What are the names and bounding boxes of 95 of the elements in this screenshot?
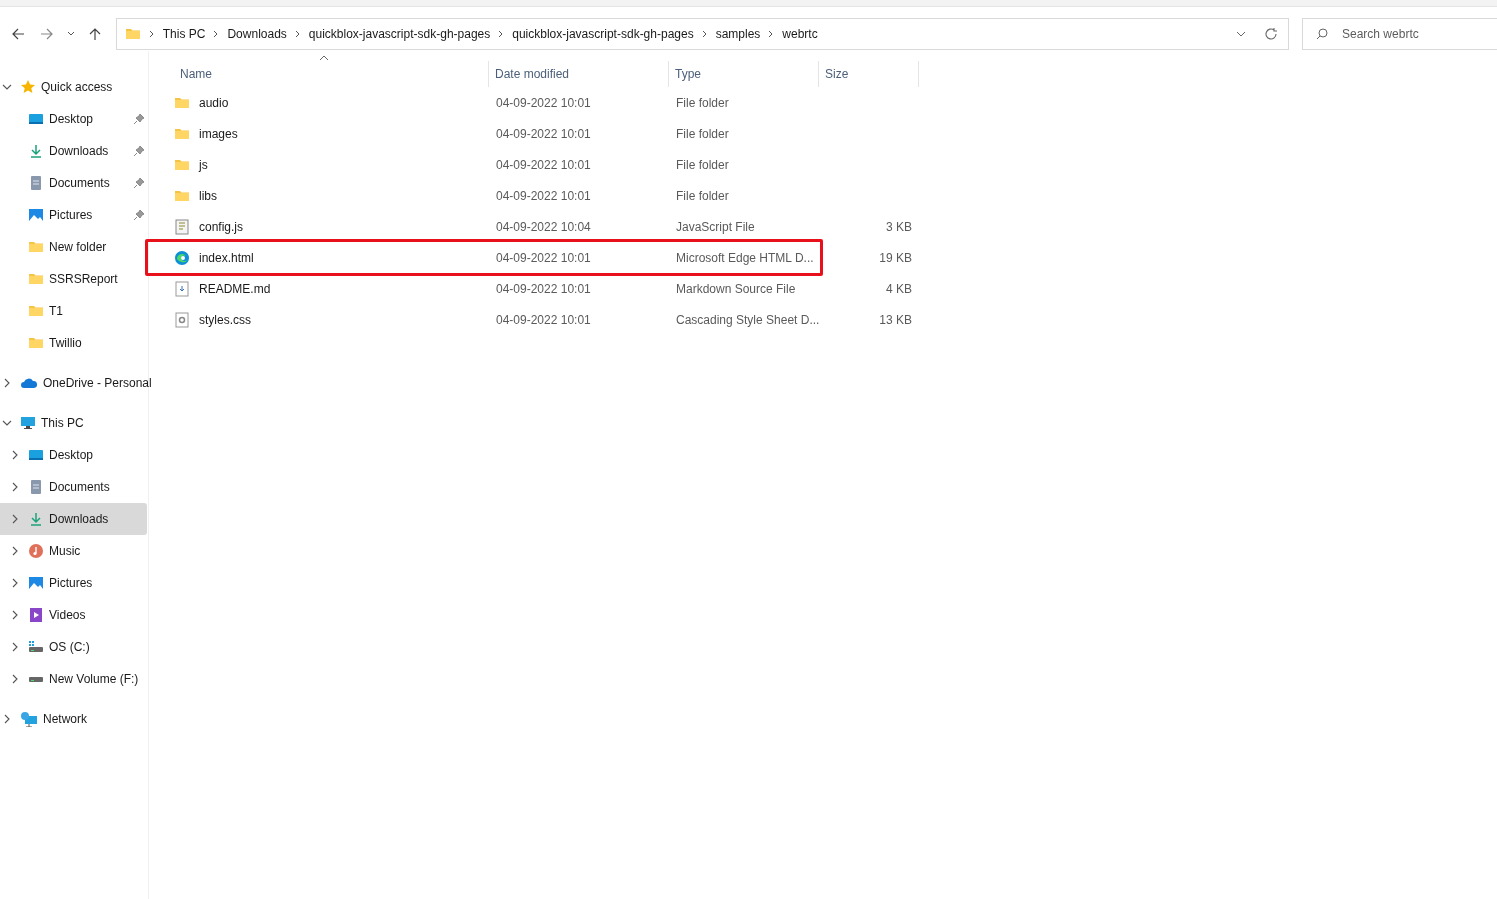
column-header[interactable]: Size — [819, 61, 919, 87]
type-cell-text: JavaScript File — [675, 219, 756, 234]
date-cell-text: 04-09-2022 10:01 — [495, 281, 592, 296]
picture-icon — [28, 207, 44, 223]
chevron-icon — [768, 30, 775, 38]
breadcrumb[interactable]: samples — [715, 27, 761, 41]
sidebar-item[interactable]: Documents — [0, 167, 147, 199]
address-bar[interactable]: This PC Downloads quickblox-javascript-sdk-gh-pages quickblox-javascript-sdk-gh-pages samples webrtc — [115, 18, 1289, 50]
size-cell-text: 3 KB — [885, 219, 913, 234]
search-field[interactable]: Search webrtc — [1302, 18, 1497, 50]
forward-arrow-icon — [40, 27, 55, 41]
date-cell-text: 04-09-2022 10:01 — [495, 126, 592, 141]
file-name[interactable]: config.js — [199, 219, 244, 234]
sidebar-item[interactable]: T1 — [0, 295, 147, 327]
caret-icon — [67, 31, 76, 37]
date-cell-text: 04-09-2022 10:01 — [495, 157, 592, 172]
star-icon — [20, 79, 36, 95]
music-note-icon — [28, 543, 44, 559]
file-name[interactable]: README.md — [199, 281, 271, 296]
sidebar-item[interactable]: SSRSReport — [0, 263, 147, 295]
sidebar-item[interactable]: Desktop — [0, 439, 147, 471]
sidebar-item[interactable]: Music — [0, 535, 147, 567]
breadcrumb[interactable]: quickblox-javascript-sdk-gh-pages — [308, 27, 491, 41]
file-icon — [174, 311, 190, 328]
file-name[interactable]: images — [199, 126, 238, 141]
sidebar-item[interactable]: Pictures — [0, 567, 147, 599]
breadcrumb[interactable]: Downloads — [227, 27, 287, 41]
type-cell-text: File folder — [675, 126, 730, 141]
picture-icon — [28, 575, 44, 591]
script-file-icon — [174, 218, 190, 235]
sidebar-item[interactable]: Network — [0, 703, 147, 735]
file-name[interactable]: js — [199, 157, 208, 172]
file-name[interactable]: index.html — [199, 250, 254, 265]
breadcrumb[interactable]: webrtc — [782, 27, 818, 41]
folder-icon — [28, 303, 44, 319]
sidebar-item[interactable]: This PC — [0, 407, 147, 439]
refresh-icon[interactable] — [1264, 27, 1278, 41]
type-cell-text: Markdown Source File — [675, 281, 797, 296]
date-cell-text: 04-09-2022 10:01 — [495, 188, 592, 203]
folder-icon — [124, 26, 141, 42]
file-icon — [174, 280, 190, 297]
column-header[interactable]: Type — [669, 61, 819, 87]
document-icon — [28, 175, 44, 191]
sidebar-item[interactable]: Videos — [0, 599, 147, 631]
chevron-icon — [498, 30, 505, 38]
sidebar-item[interactable]: OS (C:) — [0, 631, 147, 663]
sidebar-item[interactable]: New folder — [0, 231, 147, 263]
folder-icon — [28, 335, 44, 351]
sidebar-item[interactable]: Quick access — [0, 71, 147, 103]
size-cell-text: 13 KB — [878, 312, 913, 327]
column-header[interactable]: Date modified — [489, 61, 669, 87]
breadcrumb[interactable]: This PC — [162, 27, 206, 41]
browser-file-icon — [174, 249, 190, 266]
date-cell-text: 04-09-2022 10:04 — [495, 219, 592, 234]
monitor-icon — [28, 111, 44, 127]
chevron-icon — [213, 30, 220, 38]
sidebar-item[interactable]: Twillio — [0, 327, 147, 359]
date-cell-text: 04-09-2022 10:01 — [495, 250, 592, 265]
film-icon — [28, 607, 44, 623]
sidebar-item[interactable]: Desktop — [0, 103, 147, 135]
file-name[interactable]: libs — [199, 188, 217, 203]
sidebar-item[interactable]: Downloads — [0, 135, 147, 167]
back-arrow-icon — [11, 27, 26, 41]
chevron-icon — [701, 30, 708, 38]
sidebar-item[interactable]: Pictures — [0, 199, 147, 231]
up-arrow-icon — [88, 27, 103, 41]
chevron-icon — [148, 30, 155, 38]
download-icon — [28, 511, 44, 527]
sidebar-item[interactable]: Downloads — [0, 503, 147, 535]
column-header[interactable]: Name — [149, 61, 489, 87]
size-cell-text: 4 KB — [885, 281, 913, 296]
folder-icon — [28, 239, 44, 255]
document-icon — [28, 479, 44, 495]
type-cell-text: Microsoft Edge HTML D... — [675, 250, 815, 265]
dropdown-caret-icon[interactable] — [1236, 31, 1246, 37]
type-cell-text: File folder — [675, 157, 730, 172]
download-icon — [28, 143, 44, 159]
type-cell-text: File folder — [675, 95, 730, 110]
monitor-icon — [20, 415, 36, 431]
type-cell-text: File folder — [675, 188, 730, 203]
monitor-icon — [28, 447, 44, 463]
folder-icon — [28, 271, 44, 287]
hard-drive-icon — [28, 639, 44, 655]
size-cell-text: 19 KB — [878, 250, 913, 265]
file-name[interactable]: styles.css — [199, 312, 251, 327]
network-icon — [20, 711, 38, 727]
sort-ascending-icon — [318, 55, 329, 61]
file-name[interactable]: audio — [199, 95, 229, 110]
date-cell-text: 04-09-2022 10:01 — [495, 95, 592, 110]
breadcrumb[interactable]: quickblox-javascript-sdk-gh-pages — [512, 27, 694, 41]
sidebar-item[interactable]: Documents — [0, 471, 147, 503]
sidebar-item[interactable]: New Volume (F:) — [0, 663, 147, 695]
date-cell-text: 04-09-2022 10:01 — [495, 312, 592, 327]
chevron-icon — [294, 30, 301, 38]
type-cell-text: Cascading Style Sheet D... — [675, 312, 819, 327]
